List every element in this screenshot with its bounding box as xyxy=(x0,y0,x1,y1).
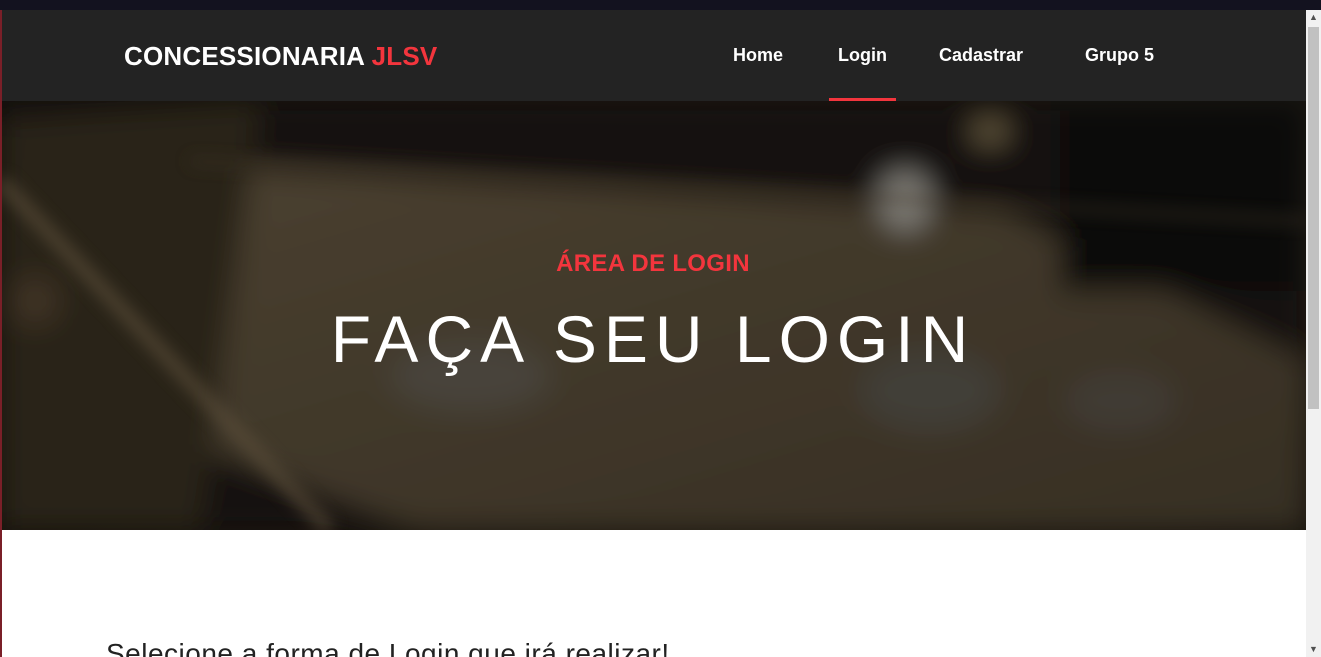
active-nav-indicator xyxy=(829,98,896,101)
triangle-down-icon[interactable]: ▼ xyxy=(1306,642,1321,657)
triangle-up-icon[interactable]: ▲ xyxy=(1306,10,1321,25)
scrollbar-thumb[interactable] xyxy=(1308,27,1319,409)
nav-cadastrar-link[interactable]: Cadastrar xyxy=(939,45,1023,66)
browser-top-strip xyxy=(0,0,1321,10)
login-instruction-text: Selecione a forma de Login que irá reali… xyxy=(106,638,670,657)
left-edge-line xyxy=(0,10,2,657)
hero-subtitle: ÁREA DE LOGIN xyxy=(556,250,750,277)
vertical-scrollbar[interactable]: ▲ ▼ xyxy=(1306,10,1321,657)
brand-name: CONCESSIONARIA xyxy=(124,41,372,71)
nav-grupo-link[interactable]: Grupo 5 xyxy=(1085,45,1154,66)
nav-login-link[interactable]: Login xyxy=(838,45,887,66)
brand-logo[interactable]: CONCESSIONARIA JLSV xyxy=(124,41,437,72)
brand-accent: JLSV xyxy=(371,41,438,71)
page-viewport: CONCESSIONARIA JLSV Home Login Cadastrar… xyxy=(0,10,1306,657)
navbar: CONCESSIONARIA JLSV Home Login Cadastrar… xyxy=(0,10,1306,101)
nav-home-link[interactable]: Home xyxy=(733,45,783,66)
hero-banner: ÁREA DE LOGIN FAÇA SEU LOGIN xyxy=(0,101,1306,530)
hero-title: FAÇA SEU LOGIN xyxy=(330,302,976,376)
